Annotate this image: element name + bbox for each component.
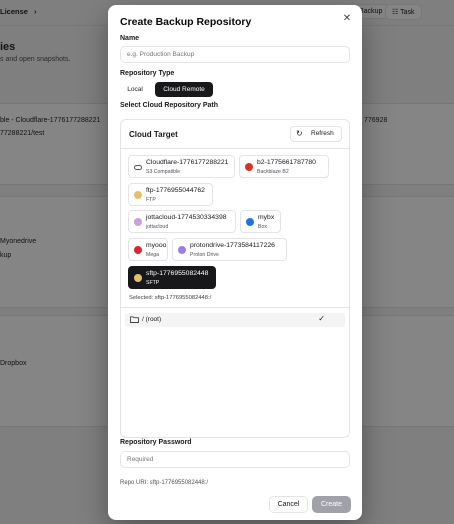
remote-name: mybx [258, 214, 275, 221]
cloud-target-panel: Cloud Target ↻ Refresh Cloudflare-177617… [120, 119, 350, 438]
cloud-icon [134, 165, 142, 170]
repository-type-label: Repository Type [120, 70, 175, 77]
remote-chip-b2[interactable]: b2-1775661787780 Backblaze B2 [239, 155, 329, 178]
sftp-icon [134, 274, 142, 282]
remote-name: Cloudflare-1776177288221 [146, 159, 229, 166]
remote-type: SFTP [146, 280, 160, 286]
ftp-icon [134, 191, 142, 199]
remote-name: jottacloud-1774530334398 [146, 214, 227, 221]
remote-chip-sftp[interactable]: sftp-1776955082448 SFTP [128, 266, 216, 289]
refresh-label: Refresh [311, 130, 334, 137]
remote-chip-myooo[interactable]: myooo Mega [128, 238, 168, 261]
remote-chip-jottacloud[interactable]: jottacloud-1774530334398 jottacloud [128, 210, 236, 233]
remote-type: FTP [146, 197, 156, 203]
remote-name: ftp-1776955044762 [146, 187, 205, 194]
box-icon [246, 218, 254, 226]
remote-type: Proton Drive [190, 252, 219, 258]
dialog-title: Create Backup Repository [120, 16, 252, 28]
remote-type: Backblaze B2 [257, 169, 289, 175]
cancel-button[interactable]: Cancel [269, 496, 308, 513]
remote-chip-mybx[interactable]: mybx Box [240, 210, 281, 233]
remote-type: Mega [146, 252, 159, 258]
remote-name: myooo [146, 242, 167, 249]
refresh-button[interactable]: ↻ Refresh [290, 126, 342, 142]
remote-name: protondrive-1773584117226 [190, 242, 275, 249]
name-input[interactable] [120, 46, 350, 63]
remote-chip-protondrive[interactable]: protondrive-1773584117226 Proton Drive [172, 238, 287, 261]
type-local-option[interactable]: Local [120, 82, 150, 97]
close-icon[interactable]: ✕ [341, 13, 353, 25]
password-label: Repository Password [120, 439, 192, 446]
folder-row-root[interactable]: / (root) ✓ [125, 313, 345, 327]
panel-divider [121, 148, 349, 149]
folder-icon [130, 316, 139, 323]
refresh-icon: ↻ [296, 129, 303, 138]
panel-title: Cloud Target [129, 130, 178, 139]
remote-type: Box [258, 224, 267, 230]
remote-name: b2-1775661787780 [257, 159, 316, 166]
remote-chip-ftp[interactable]: ftp-1776955044762 FTP [128, 183, 213, 206]
backblaze-icon [245, 163, 253, 171]
proton-icon [178, 246, 186, 254]
jottacloud-icon [134, 218, 142, 226]
create-repository-dialog: Create Backup Repository ✕ Name Reposito… [108, 5, 362, 520]
mega-icon [134, 246, 142, 254]
cloud-path-label: Select Cloud Repository Path [120, 102, 219, 109]
remote-type: jottacloud [146, 224, 169, 230]
repo-uri-text: Repo URI: sftp-1776955082448:/ [120, 480, 209, 486]
create-button[interactable]: Create [312, 496, 351, 513]
password-input[interactable] [120, 451, 350, 468]
remote-type: S3 Compatible [146, 169, 181, 175]
remote-chip-cloudflare[interactable]: Cloudflare-1776177288221 S3 Compatible [128, 155, 235, 178]
remote-name: sftp-1776955082448 [146, 270, 209, 277]
type-cloud-remote-option[interactable]: Cloud Remote [155, 82, 213, 97]
selected-path-text: Selected: sftp-1776955082448:/ [129, 295, 212, 301]
tree-divider [121, 307, 349, 308]
check-icon: ✓ [318, 314, 325, 323]
folder-row-label: / (root) [142, 316, 162, 323]
name-label: Name [120, 35, 140, 42]
